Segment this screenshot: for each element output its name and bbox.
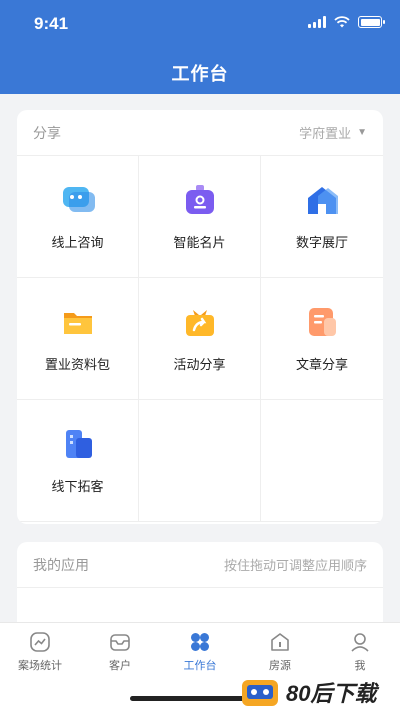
share-item-label: 置业资料包 — [44, 357, 110, 372]
watermark-text: 80后下载 — [286, 681, 377, 706]
house-outline-icon — [271, 633, 289, 651]
project-selector-label: 学府置业 — [299, 126, 352, 141]
folder-icon — [63, 313, 92, 334]
nav-label: 工作台 — [183, 660, 217, 672]
my-apps-title: 我的应用 — [33, 556, 89, 573]
gift-share-icon — [185, 310, 214, 336]
share-item-label: 线上咨询 — [51, 235, 104, 250]
share-grid: 线上咨询 智能名片 数字展厅 置业资料包 活动分享 文章分享 线下拓客 — [17, 156, 383, 522]
share-item-label: 文章分享 — [295, 357, 348, 372]
empty-cell — [139, 400, 261, 522]
share-title: 分享 — [33, 124, 61, 141]
nav-label: 我 — [354, 660, 366, 672]
user-icon — [351, 633, 369, 652]
signal-icon — [308, 16, 326, 28]
watermark: 80后下载 — [240, 676, 376, 708]
page-title: 工作台 — [171, 64, 229, 84]
status-time: 9:41 — [34, 14, 69, 33]
robot-logo-icon — [242, 680, 278, 706]
top-bar: 9:41 工作台 — [0, 0, 400, 94]
share-item-label: 线下拓客 — [51, 479, 104, 494]
battery-icon — [358, 16, 385, 28]
share-item-activity-share[interactable]: 活动分享 — [139, 278, 261, 400]
share-item-smart-card[interactable]: 智能名片 — [139, 156, 261, 278]
share-item-property-docs[interactable]: 置业资料包 — [17, 278, 139, 400]
workbench-icon — [191, 633, 209, 651]
my-apps-hint: 按住拖动可调整应用顺序 — [223, 558, 367, 573]
nav-label: 案场统计 — [18, 660, 62, 672]
share-item-label: 智能名片 — [173, 235, 226, 250]
share-card: 分享 学府置业 ▼ 线上咨询 智能名片 数字展厅 置业资料包 活动分享 文章分享… — [17, 110, 383, 524]
project-selector[interactable]: 学府置业 ▼ — [299, 123, 367, 142]
article-icon — [309, 308, 336, 336]
nav-label: 房源 — [269, 660, 291, 672]
building-icon — [65, 430, 92, 458]
inbox-icon — [110, 634, 130, 651]
empty-cell — [261, 400, 383, 522]
caret-down-icon: ▼ — [357, 127, 367, 138]
business-card-icon — [185, 185, 214, 214]
share-item-online-consult[interactable]: 线上咨询 — [17, 156, 139, 278]
chat-bubble-icon — [62, 187, 95, 212]
share-item-label: 数字展厅 — [295, 235, 348, 250]
nav-label: 客户 — [109, 660, 131, 672]
share-card-header: 分享 学府置业 ▼ — [17, 110, 383, 156]
share-item-label: 活动分享 — [173, 357, 226, 372]
share-item-article-share[interactable]: 文章分享 — [261, 278, 383, 400]
share-item-digital-hall[interactable]: 数字展厅 — [261, 156, 383, 278]
wifi-icon — [334, 16, 350, 28]
my-apps-header: 我的应用 按住拖动可调整应用顺序 — [17, 542, 383, 588]
nav-item-statistics[interactable]: 案场统计 — [0, 623, 80, 711]
status-icons — [308, 16, 385, 28]
house-icon — [308, 187, 338, 214]
chart-icon — [30, 632, 50, 652]
share-item-offline-expansion[interactable]: 线下拓客 — [17, 400, 139, 522]
